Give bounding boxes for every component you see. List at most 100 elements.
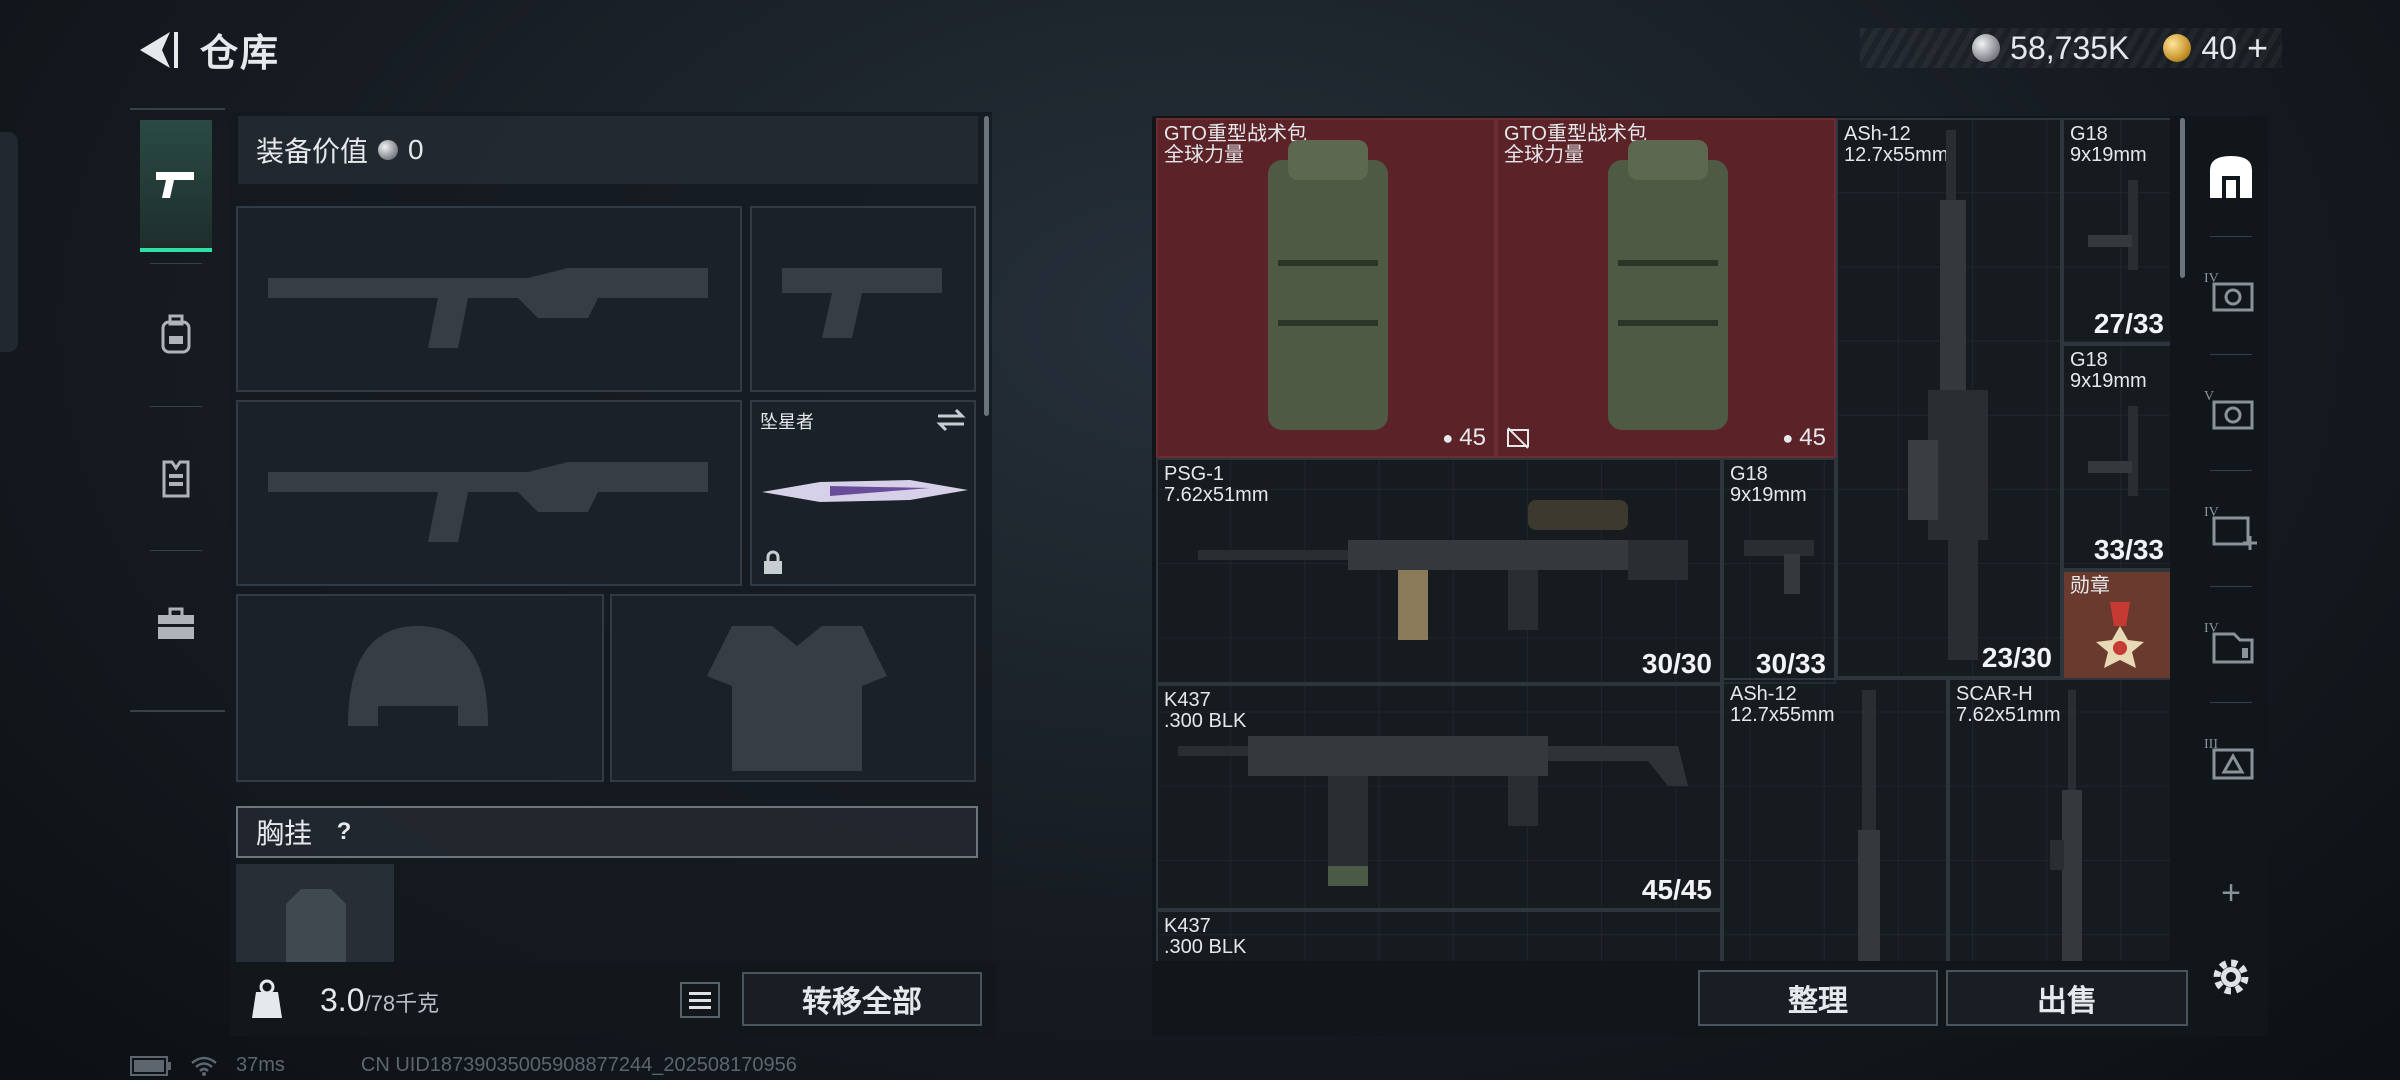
tab-toolbox[interactable] [140, 558, 212, 690]
category-tabs [130, 108, 225, 712]
status-footer: 37ms CN UID18739035005908877244_20250817… [130, 1054, 797, 1077]
stash-page-iv-b[interactable]: IV [2198, 492, 2264, 562]
item-sub: 全球力量 [1504, 144, 1584, 166]
item-name: SCAR-H [1956, 683, 2033, 705]
item-sub: 9x19mm [2070, 144, 2147, 166]
help-icon[interactable]: ? [328, 816, 360, 848]
stash-scrollbar[interactable] [2180, 118, 2185, 278]
tab-backpack[interactable] [140, 268, 212, 400]
sell-button[interactable]: 出售 [1946, 970, 2188, 1026]
add-stash-page-button[interactable]: + [2198, 858, 2264, 928]
money-coin-icon [1972, 34, 2001, 62]
rifle-silhouette-icon [268, 268, 708, 348]
money-coin-icon [378, 140, 399, 160]
melee-name: 坠星者 [760, 412, 814, 432]
item-name: K437 [1164, 915, 1211, 937]
helmet-slot[interactable] [236, 594, 604, 782]
add-currency-button[interactable]: + [2247, 27, 2268, 69]
item-sub: 12.7x55mm [1730, 704, 1835, 726]
medical-container-icon: IV [2204, 505, 2257, 550]
item-count: 30/30 [1641, 648, 1712, 679]
stash-item-g18[interactable]: G18 9x19mm 27/33 [2062, 118, 2170, 344]
stash-item-ash12[interactable]: ASh-12 12.7x55mm 23/30 [1836, 118, 2062, 678]
item-count: 33/33 [2093, 534, 2164, 565]
stash-item-g18[interactable]: G18 9x19mm 30/33 [1722, 458, 1836, 684]
item-name: G18 [2070, 349, 2108, 371]
stash-item-psg1[interactable]: PSG-1 7.62x51mm 30/30 [1156, 458, 1722, 684]
smg-icon [1178, 736, 1688, 886]
back-arrow-icon [140, 32, 178, 68]
stash-item-g18[interactable]: G18 9x19mm 33/33 [2062, 344, 2170, 570]
item-sub: .300 BLK [1164, 936, 1247, 958]
item-sub: 9x19mm [2070, 370, 2147, 392]
stash-item-k437[interactable]: K437.300 BLK 45/45 [1156, 684, 1722, 910]
chest-rig-label: 胸挂 [256, 818, 313, 849]
wifi-icon [191, 1056, 217, 1076]
item-name: 勋章 [2070, 575, 2110, 597]
money-amount: 58,735K [2010, 29, 2130, 66]
stash-main-page-button[interactable] [2198, 142, 2264, 212]
pistol-silhouette-icon [782, 268, 942, 338]
equipment-value-label: 装备价值 [256, 136, 369, 167]
stash-page-iv-a[interactable]: IV [2198, 258, 2264, 328]
stash-item-k437[interactable]: K437.300 BLK [1156, 910, 1722, 961]
tab-weapons[interactable] [140, 120, 212, 252]
sidearm-slot[interactable] [750, 206, 976, 392]
ping-readout: 37ms [236, 1054, 285, 1076]
stash-page-v[interactable]: V [2198, 376, 2264, 446]
secondary-weapon-slot[interactable] [236, 400, 742, 586]
item-badge: 45 [1459, 424, 1486, 451]
helmet-silhouette-icon [348, 626, 488, 726]
item-sub: 全球力量 [1164, 144, 1244, 166]
stash-item-backpack[interactable]: GTO重型战术包 全球力量 ● 45 [1156, 118, 1496, 458]
weight-current: 3.0 [320, 982, 365, 1018]
lock-icon [764, 550, 782, 574]
backpack-icon [1268, 140, 1388, 430]
rifle-icon [1858, 690, 1880, 961]
primary-weapon-slot[interactable] [236, 206, 742, 392]
item-badge: 45 [1799, 424, 1826, 451]
token-amount: 40 [2201, 29, 2237, 66]
screen-edge-handle [0, 132, 18, 352]
weight-capacity: /78千克 [364, 991, 440, 1016]
rifle-silhouette-icon [268, 462, 708, 542]
list-view-button[interactable] [680, 982, 720, 1018]
gear-icon [2213, 959, 2249, 995]
pistol-icon [2088, 180, 2138, 270]
item-count: 30/33 [1755, 648, 1826, 679]
melee-slot[interactable]: 坠星者 [750, 400, 976, 586]
item-sub: 7.62x51mm [1956, 704, 2061, 726]
equipment-value: 0 [408, 134, 424, 165]
tab-vest[interactable] [140, 412, 212, 544]
stash-item-backpack[interactable]: GTO重型战术包 全球力量 ● 45 [1496, 118, 1836, 458]
pistol-icon [1744, 540, 1814, 594]
swap-icon[interactable] [936, 408, 966, 432]
pistol-icon [2088, 406, 2138, 496]
battery-icon [130, 1055, 171, 1076]
transfer-all-button[interactable]: 转移全部 [742, 972, 982, 1026]
chest-rig-bar: 胸挂 ? [236, 806, 978, 858]
stash-item-medal[interactable]: 勋章 [2062, 570, 2170, 680]
stash-item-ash12[interactable]: ASh-12 12.7x55mm [1722, 678, 1948, 961]
settings-button[interactable] [2198, 942, 2264, 1012]
stash-page-iv-c[interactable]: IV [2198, 608, 2264, 678]
weight-icon [252, 979, 282, 1018]
item-name: G18 [1730, 463, 1768, 485]
item-name: ASh-12 [1730, 683, 1797, 705]
sort-button[interactable]: 整理 [1698, 970, 1938, 1026]
loadout-scrollbar[interactable] [984, 116, 989, 416]
chest-rig-silhouette-icon [286, 889, 346, 964]
backpack-icon [1608, 140, 1728, 430]
equipment-value-header: 装备价值 0 [238, 116, 978, 184]
chest-rig-slot[interactable] [236, 864, 394, 964]
vest-icon [162, 460, 190, 498]
capacity-bar: 3.0/78千克 转移全部 [230, 962, 996, 1036]
stash-item-scarh[interactable]: SCAR-H 7.62x51mm [1948, 678, 2170, 961]
back-button[interactable] [130, 24, 182, 76]
token-coin-icon [2163, 34, 2192, 62]
weight-readout: 3.0/78千克 [320, 982, 439, 1019]
stash-page-sidebar: IV V IV IV III + [2194, 118, 2268, 1038]
backpack-icon [161, 314, 191, 354]
armor-slot[interactable] [610, 594, 976, 782]
stash-page-iii[interactable]: III [2198, 724, 2264, 794]
